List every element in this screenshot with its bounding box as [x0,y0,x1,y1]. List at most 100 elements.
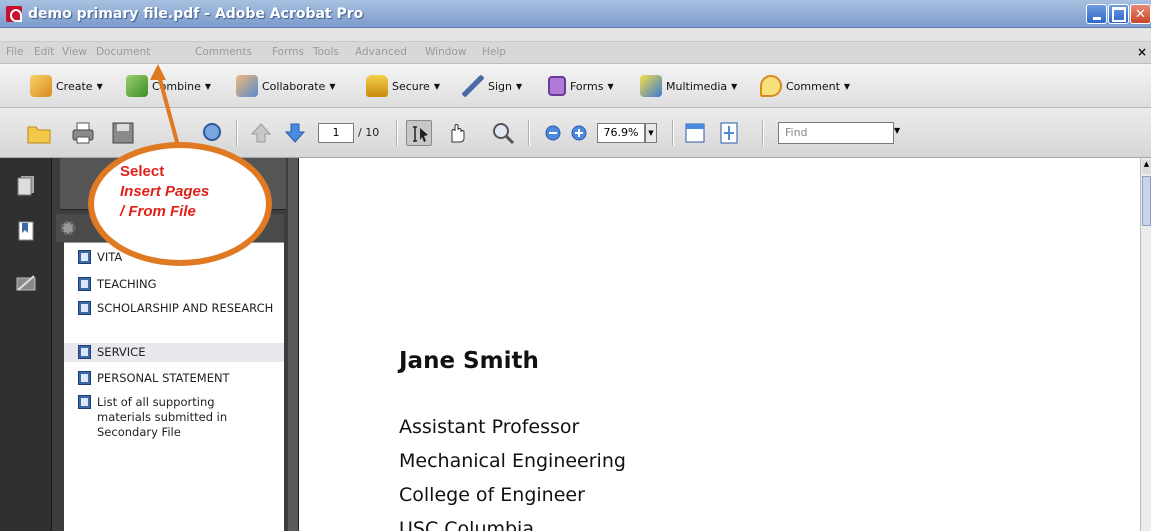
callout-bubble: Select Insert Pages / From File [88,142,272,266]
chevron-down-icon: ▼ [329,81,336,91]
zoom-dropdown[interactable]: ▼ [645,123,657,143]
open-button[interactable] [26,120,52,146]
comment-button[interactable]: Comment ▼ [760,74,850,98]
printer-icon [72,122,94,144]
menu-help[interactable]: Help [482,46,506,58]
previous-page-button[interactable] [248,120,274,146]
menu-edit[interactable]: Edit [34,46,54,58]
forms-label: Forms [570,79,604,93]
find-input[interactable]: Find [778,122,894,144]
find-dropdown[interactable]: ▼ [894,126,900,135]
tasks-toolbar: Create ▼ Combine ▼ Collaborate ▼ Secure ▼ Si… [0,64,1151,108]
menu-file[interactable]: File [6,46,24,58]
scroll-thumb[interactable] [1142,176,1151,226]
fit-page-button[interactable] [716,120,742,146]
chevron-down-icon: ▼ [96,81,103,91]
next-page-button[interactable] [282,120,308,146]
collaborate-button[interactable]: Collaborate ▼ [236,74,335,98]
signatures-panel-button[interactable] [15,272,37,294]
vertical-scrollbar[interactable]: ▲ [1140,158,1151,531]
search-button[interactable] [200,120,226,146]
forms-button[interactable]: Forms ▼ [548,74,614,98]
secure-button[interactable]: Secure ▼ [366,74,440,98]
menu-view[interactable]: View [62,46,87,58]
padlock-icon [366,75,388,97]
close-button[interactable]: ✕ [1130,4,1151,24]
document-name: Jane Smith [399,348,539,374]
chevron-down-icon: ▼ [204,81,212,91]
minimize-icon [1087,5,1106,23]
chevron-down-icon: ▼ [648,129,654,137]
chevron-down-icon: ▼ [843,81,851,91]
chevron-down-icon: ▼ [607,81,614,91]
sign-button[interactable]: Sign ▼ [462,74,522,98]
secure-label: Secure [392,79,430,93]
callout-line-2: Insert Pages [120,183,210,200]
chevron-down-icon: ▼ [433,81,440,91]
save-button[interactable] [110,120,136,146]
bookmark-list: VITA TEACHING SCHOLARSHIP AND RESEARCH S… [64,242,284,531]
create-label: Create [56,79,93,93]
bookmarks-panel-button[interactable] [15,220,37,242]
fit-width-button[interactable] [682,120,708,146]
chevron-down-icon: ▼ [731,81,738,91]
hand-tool-button[interactable] [444,120,470,146]
bookmark-label: SERVICE [97,345,146,359]
callout-line-3: / From File [120,203,196,220]
signatures-panel-icon [16,275,36,291]
bookmark-icon [78,277,91,291]
combine-button[interactable]: Combine ▼ [126,74,211,98]
panel-splitter[interactable] [288,158,298,531]
select-tool-button[interactable] [406,120,432,146]
callout-line-1: Select [120,163,165,180]
zoom-tool-button[interactable] [490,120,516,146]
toolbar-separator [528,120,530,146]
maximize-icon [1109,5,1128,23]
toolbar-separator [236,120,238,146]
create-button[interactable]: Create ▼ [30,74,103,98]
menu-tools[interactable]: Tools [313,46,339,58]
arrow-up-icon [250,123,272,143]
pages-panel-button[interactable] [15,174,37,196]
callout-text: Select Insert Pages / From File [120,162,209,222]
zoom-out-button[interactable] [540,120,566,146]
zoom-level-input[interactable]: 76.9% [597,123,645,143]
menu-advanced[interactable]: Advanced [355,46,407,58]
maximize-button[interactable] [1108,4,1129,24]
print-button[interactable] [70,120,96,146]
page-number-input[interactable]: 1 [318,123,354,143]
arrow-down-icon [284,123,306,143]
document-line: USC Columbia [399,518,534,531]
bookmark-icon [78,395,91,409]
document-close-button[interactable]: × [1137,45,1147,59]
zoom-out-icon [545,125,561,141]
document-line: Assistant Professor [399,416,580,438]
multimedia-button[interactable]: Multimedia ▼ [640,74,737,98]
scroll-up-icon[interactable]: ▲ [1142,160,1151,174]
combine-icon [126,75,148,97]
minimize-button[interactable] [1086,4,1107,24]
bookmark-icon [78,301,91,315]
create-pdf-icon [30,75,52,97]
bookmark-item[interactable]: TEACHING [64,277,284,293]
bookmark-icon [78,345,91,359]
bookmark-item[interactable]: List of all supporting materials submitt… [64,395,284,455]
bookmark-item[interactable]: PERSONAL STATEMENT [64,371,284,387]
menu-window[interactable]: Window [425,46,466,58]
bookmarks-panel-icon [18,221,34,241]
floppy-disk-icon [112,122,134,144]
collaborate-label: Collaborate [262,79,326,93]
bookmark-item-selected[interactable]: SERVICE [64,343,284,362]
forms-icon [548,76,566,96]
bookmark-item[interactable]: SCHOLARSHIP AND RESEARCH [64,301,284,333]
options-gear-icon[interactable] [58,218,78,238]
toolbar-separator [762,120,764,146]
navigation-pane-strip [0,158,52,531]
menu-forms[interactable]: Forms [272,46,304,58]
fit-page-icon [720,122,738,144]
menu-comments[interactable]: Comments [195,46,252,58]
collaborate-icon [236,75,258,97]
select-text-icon [413,126,428,142]
zoom-in-button[interactable] [566,120,592,146]
menu-document[interactable]: Document [96,46,150,58]
